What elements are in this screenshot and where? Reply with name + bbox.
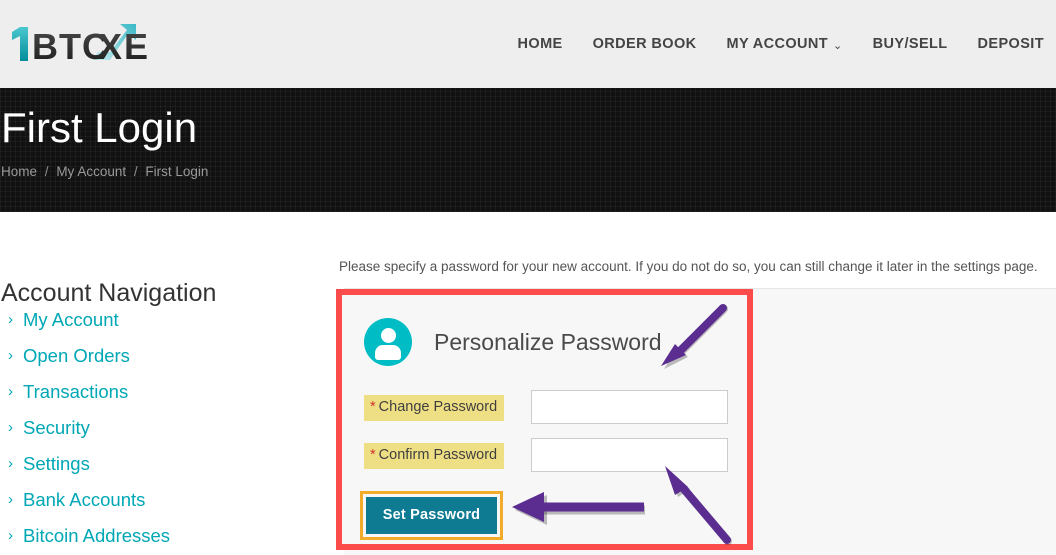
change-password-label-text: Change Password — [378, 399, 498, 415]
nav-order-book-label: ORDER BOOK — [592, 36, 697, 52]
chevron-right-icon: › — [8, 382, 13, 400]
svg-text:E: E — [124, 26, 148, 67]
chevron-right-icon: › — [8, 526, 13, 544]
breadcrumb-current: First Login — [145, 164, 209, 179]
nav-home-label: HOME — [517, 36, 563, 52]
page-title: First Login — [1, 104, 198, 151]
card-inner: Personalize Password * Change Password * C… — [342, 295, 747, 544]
breadcrumb: Home / My Account / First Login — [1, 164, 208, 179]
sidebar-item-label: My Account — [23, 309, 119, 330]
svg-text:X: X — [98, 26, 122, 67]
sidebar-item-settings[interactable]: › Settings — [0, 446, 310, 482]
sidebar-item-label: Transactions — [23, 381, 129, 402]
sidebar-item-label: Open Orders — [23, 345, 130, 366]
main-panel: Please specify a password for your new a… — [336, 212, 1056, 555]
confirm-password-input[interactable] — [531, 438, 728, 472]
nav-home[interactable]: HOME — [518, 36, 563, 52]
avatar-body-shape — [375, 345, 401, 360]
required-asterisk: * — [370, 399, 376, 415]
instruction-text: Please specify a password for your new a… — [339, 259, 1038, 274]
chevron-down-icon: ⌄ — [833, 39, 843, 52]
chevron-right-icon: › — [8, 454, 13, 472]
sidebar-item-label: Settings — [23, 453, 90, 474]
sidebar-item-bitcoin-addresses[interactable]: › Bitcoin Addresses — [0, 518, 310, 554]
breadcrumb-home[interactable]: Home — [1, 164, 37, 179]
chevron-right-icon: › — [8, 490, 13, 508]
breadcrumb-my-account[interactable]: My Account — [56, 164, 126, 179]
change-password-input[interactable] — [531, 390, 728, 424]
required-asterisk: * — [370, 447, 376, 463]
breadcrumb-separator: / — [44, 164, 49, 179]
avatar-head-shape — [380, 328, 396, 343]
page-root: BTC X E HOME ORDER BOOK MY ACCOUNT ⌄ BUY… — [0, 0, 1056, 555]
sidebar-item-label: Security — [23, 417, 90, 438]
page-content: Account Navigation › My Account › Open O… — [0, 212, 1056, 555]
main-navigation: HOME ORDER BOOK MY ACCOUNT ⌄ BUY/SELL DE… — [488, 0, 1056, 88]
chevron-right-icon: › — [8, 310, 13, 328]
sidebar-item-label: Bitcoin Addresses — [23, 525, 171, 546]
confirm-password-label-text: Confirm Password — [378, 447, 498, 463]
sidebar-list: › My Account › Open Orders › Transaction… — [0, 302, 310, 554]
sidebar-item-my-account[interactable]: › My Account — [0, 302, 310, 338]
chevron-right-icon: › — [8, 346, 13, 364]
set-password-highlight: Set Password — [360, 491, 503, 540]
sidebar-item-transactions[interactable]: › Transactions — [0, 374, 310, 410]
nav-buy-sell[interactable]: BUY/SELL — [873, 36, 948, 52]
site-logo[interactable]: BTC X E — [6, 18, 166, 70]
user-avatar-icon — [364, 318, 412, 366]
password-form: * Change Password * Confirm Password — [364, 390, 744, 486]
nav-my-account-label: MY ACCOUNT — [726, 36, 829, 52]
form-row-confirm-password: * Confirm Password — [364, 438, 744, 486]
set-password-button[interactable]: Set Password — [366, 497, 497, 534]
personalize-password-card: Personalize Password * Change Password * C… — [336, 289, 753, 550]
site-header: BTC X E HOME ORDER BOOK MY ACCOUNT ⌄ BUY… — [0, 0, 1056, 88]
nav-order-book[interactable]: ORDER BOOK — [593, 36, 697, 52]
sidebar-item-security[interactable]: › Security — [0, 410, 310, 446]
nav-my-account[interactable]: MY ACCOUNT ⌄ — [727, 36, 843, 52]
chevron-right-icon: › — [8, 418, 13, 436]
card-title: Personalize Password — [434, 328, 662, 355]
sidebar-item-bank-accounts[interactable]: › Bank Accounts — [0, 482, 310, 518]
nav-buy-sell-label: BUY/SELL — [872, 36, 948, 52]
sidebar-item-open-orders[interactable]: › Open Orders — [0, 338, 310, 374]
sidebar-item-label: Bank Accounts — [23, 489, 146, 510]
change-password-label: * Change Password — [364, 395, 505, 421]
card-header: Personalize Password — [364, 318, 662, 366]
nav-deposit-label: DEPOSIT — [977, 36, 1044, 52]
form-row-change-password: * Change Password — [364, 390, 744, 438]
nav-deposit[interactable]: DEPOSIT — [978, 36, 1044, 52]
breadcrumb-separator: / — [133, 164, 138, 179]
confirm-password-label: * Confirm Password — [364, 443, 505, 469]
